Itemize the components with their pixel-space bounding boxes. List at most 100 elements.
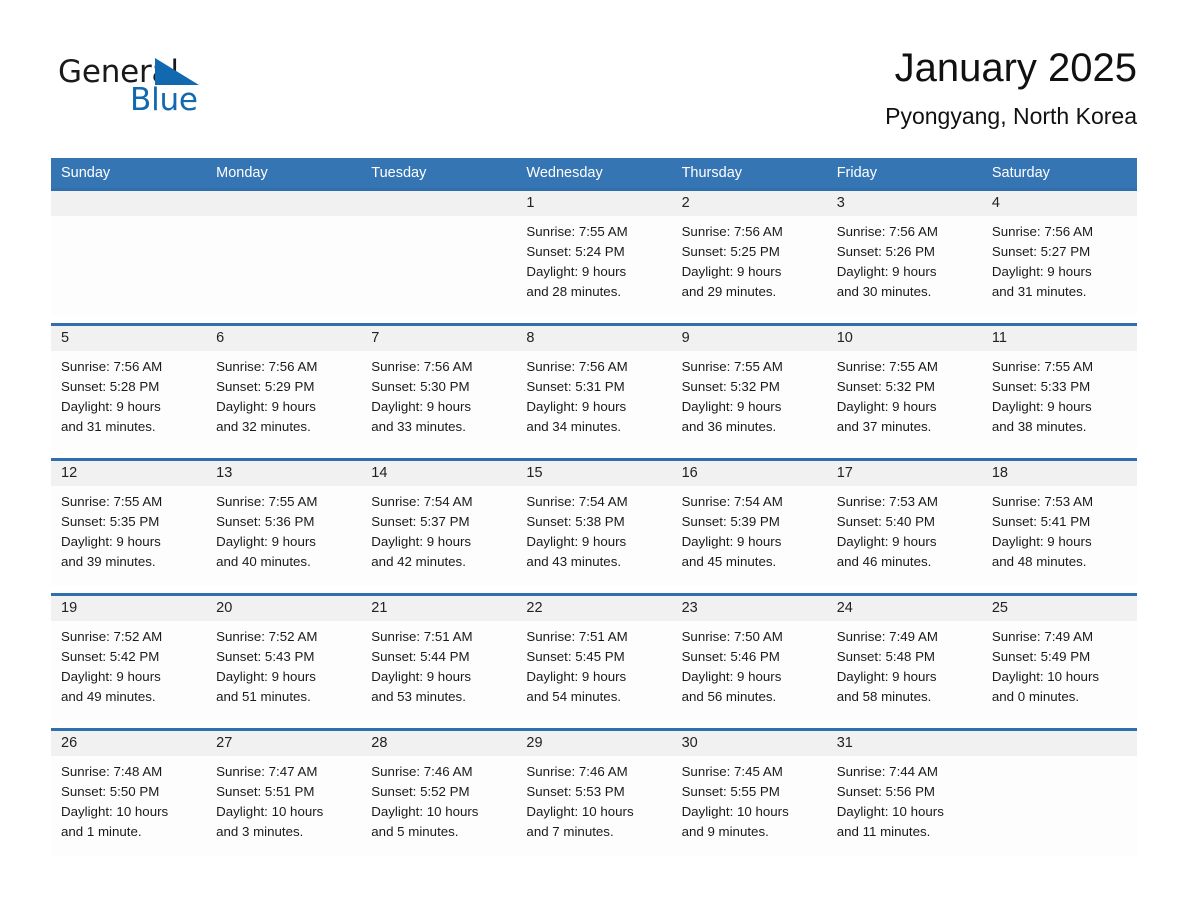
day-number[interactable]: 28 [361, 731, 516, 756]
generalblue-logo[interactable]: General Blue [51, 54, 351, 134]
daylight-text-line1: Daylight: 10 hours [836, 804, 944, 820]
day-cell[interactable]: Sunrise: 7:56 AM Sunset: 5:30 PM Daylight:… [361, 351, 516, 451]
sunrise-text: Sunrise: 7:56 AM [836, 224, 938, 239]
day-cell[interactable]: Sunrise: 7:52 AM Sunset: 5:42 PM Daylight:… [51, 621, 206, 721]
sunrise-text: Sunrise: 7:55 AM [836, 359, 938, 374]
day-number[interactable]: 31 [827, 731, 982, 756]
day-number-empty [51, 191, 206, 216]
sunset-text: Sunset: 5:37 PM [371, 514, 470, 530]
day-cell[interactable]: Sunrise: 7:48 AM Sunset: 5:50 PM Daylight:… [51, 756, 206, 856]
day-cell[interactable]: Sunrise: 7:56 AM Sunset: 5:25 PM Daylight:… [672, 216, 827, 316]
day-number[interactable]: 26 [51, 731, 206, 756]
daylight-text-line2: and 33 minutes. [371, 419, 466, 435]
sunrise-text: Sunrise: 7:51 AM [371, 629, 473, 644]
sunrise-text: Sunrise: 7:55 AM [216, 494, 318, 509]
sunset-text: Sunset: 5:40 PM [836, 514, 936, 530]
day-number[interactable]: 12 [51, 461, 206, 486]
day-cell[interactable]: Sunrise: 7:49 AM Sunset: 5:48 PM Daylight:… [827, 621, 982, 721]
day-cell[interactable]: Sunrise: 7:54 AM Sunset: 5:38 PM Daylight:… [516, 486, 671, 586]
day-cell[interactable]: Sunrise: 7:56 AM Sunset: 5:31 PM Daylight:… [516, 351, 671, 451]
day-cell[interactable]: Sunrise: 7:55 AM Sunset: 5:35 PM Daylight:… [51, 486, 206, 586]
day-number[interactable]: 2 [672, 191, 827, 216]
day-number[interactable]: 1 [516, 191, 671, 216]
daylight-text-line2: and 53 minutes. [371, 689, 466, 705]
day-cell[interactable]: Sunrise: 7:54 AM Sunset: 5:39 PM Daylight:… [672, 486, 827, 586]
sunset-text: Sunset: 5:46 PM [681, 649, 780, 665]
day-cell[interactable]: Sunrise: 7:56 AM Sunset: 5:29 PM Daylight:… [206, 351, 361, 451]
day-number[interactable]: 3 [827, 191, 982, 216]
sunset-text: Sunset: 5:28 PM [61, 379, 160, 395]
day-cell[interactable]: Sunrise: 7:49 AM Sunset: 5:49 PM Daylight:… [982, 621, 1137, 721]
day-cell[interactable]: Sunrise: 7:55 AM Sunset: 5:33 PM Daylight:… [982, 351, 1137, 451]
day-number[interactable]: 6 [206, 326, 361, 351]
day-number[interactable]: 4 [982, 191, 1137, 216]
day-number[interactable]: 13 [206, 461, 361, 486]
day-number[interactable]: 27 [206, 731, 361, 756]
week-date-number-row: 12 13 14 15 16 17 18 [51, 461, 1137, 486]
daylight-text-line1: Daylight: 9 hours [681, 669, 782, 685]
daylight-text-line2: and 36 minutes. [681, 419, 777, 435]
daylight-text-line1: Daylight: 9 hours [991, 399, 1092, 415]
day-cell[interactable]: Sunrise: 7:50 AM Sunset: 5:46 PM Daylight:… [672, 621, 827, 721]
day-number[interactable]: 20 [206, 596, 361, 621]
day-number[interactable]: 7 [361, 326, 516, 351]
day-cell[interactable]: Sunrise: 7:51 AM Sunset: 5:45 PM Daylight:… [516, 621, 671, 721]
day-cell[interactable]: Sunrise: 7:44 AM Sunset: 5:56 PM Daylight:… [827, 756, 982, 856]
calendar-week-row: 19 20 21 22 23 24 25 Sunrise: 7:52 AM Sunset: 5:… [51, 593, 1137, 721]
day-cell[interactable]: Sunrise: 7:53 AM Sunset: 5:40 PM Daylight:… [827, 486, 982, 586]
day-number[interactable]: 25 [982, 596, 1137, 621]
sunrise-text: Sunrise: 7:51 AM [526, 629, 628, 644]
day-number[interactable]: 16 [672, 461, 827, 486]
week-detail-row: Sunrise: 7:55 AM Sunset: 5:24 PM Daylight:… [51, 216, 1137, 316]
day-cell[interactable]: Sunrise: 7:56 AM Sunset: 5:28 PM Daylight:… [51, 351, 206, 451]
day-number[interactable]: 14 [361, 461, 516, 486]
calendar-grid: Sunday Monday Tuesday Wednesday Thursday… [51, 158, 1137, 856]
day-number[interactable]: 11 [982, 326, 1137, 351]
day-number[interactable]: 24 [827, 596, 982, 621]
daylight-text-line2: and 28 minutes. [526, 284, 622, 300]
sunset-text: Sunset: 5:36 PM [216, 514, 315, 530]
sunrise-text: Sunrise: 7:46 AM [371, 764, 473, 779]
sunset-text: Sunset: 5:33 PM [991, 379, 1091, 395]
day-number[interactable]: 23 [672, 596, 827, 621]
daylight-text-line1: Daylight: 10 hours [61, 804, 169, 820]
day-cell[interactable]: Sunrise: 7:55 AM Sunset: 5:32 PM Daylight:… [827, 351, 982, 451]
day-number[interactable]: 19 [51, 596, 206, 621]
day-cell[interactable]: Sunrise: 7:46 AM Sunset: 5:53 PM Daylight:… [516, 756, 671, 856]
sunset-text: Sunset: 5:25 PM [681, 244, 780, 260]
sunrise-text: Sunrise: 7:55 AM [681, 359, 783, 374]
sunrise-text: Sunrise: 7:53 AM [991, 494, 1094, 509]
day-number[interactable]: 18 [982, 461, 1137, 486]
day-cell[interactable]: Sunrise: 7:46 AM Sunset: 5:52 PM Daylight:… [361, 756, 516, 856]
weekday-header-wednesday: Wednesday [526, 165, 603, 181]
day-cell[interactable]: Sunrise: 7:45 AM Sunset: 5:55 PM Daylight:… [672, 756, 827, 856]
day-number[interactable]: 8 [516, 326, 671, 351]
day-cell[interactable]: Sunrise: 7:55 AM Sunset: 5:36 PM Daylight:… [206, 486, 361, 586]
day-number[interactable]: 5 [51, 326, 206, 351]
day-cell[interactable]: Sunrise: 7:55 AM Sunset: 5:32 PM Daylight:… [672, 351, 827, 451]
day-cell[interactable]: Sunrise: 7:51 AM Sunset: 5:44 PM Daylight:… [361, 621, 516, 721]
day-cell[interactable]: Sunrise: 7:52 AM Sunset: 5:43 PM Daylight:… [206, 621, 361, 721]
day-number[interactable]: 30 [672, 731, 827, 756]
sunrise-text: Sunrise: 7:56 AM [371, 359, 473, 374]
day-number[interactable]: 9 [672, 326, 827, 351]
day-cell[interactable]: Sunrise: 7:54 AM Sunset: 5:37 PM Daylight:… [361, 486, 516, 586]
day-cell[interactable]: Sunrise: 7:55 AM Sunset: 5:24 PM Daylight:… [516, 216, 671, 316]
day-cell-empty [206, 216, 361, 316]
day-number[interactable]: 21 [361, 596, 516, 621]
sunset-text: Sunset: 5:30 PM [371, 379, 470, 395]
day-cell[interactable]: Sunrise: 7:56 AM Sunset: 5:26 PM Daylight:… [827, 216, 982, 316]
daylight-text-line1: Daylight: 9 hours [526, 399, 627, 415]
daylight-text-line2: and 40 minutes. [216, 554, 311, 570]
daylight-text-line1: Daylight: 9 hours [991, 534, 1092, 550]
day-number[interactable]: 10 [827, 326, 982, 351]
daylight-text-line1: Daylight: 9 hours [216, 534, 316, 550]
day-number[interactable]: 29 [516, 731, 671, 756]
day-cell[interactable]: Sunrise: 7:56 AM Sunset: 5:27 PM Daylight:… [982, 216, 1137, 316]
day-cell[interactable]: Sunrise: 7:53 AM Sunset: 5:41 PM Daylight:… [982, 486, 1137, 586]
day-number[interactable]: 22 [516, 596, 671, 621]
day-cell[interactable]: Sunrise: 7:47 AM Sunset: 5:51 PM Daylight:… [206, 756, 361, 856]
day-number[interactable]: 15 [516, 461, 671, 486]
day-number[interactable]: 17 [827, 461, 982, 486]
daylight-text-line1: Daylight: 9 hours [526, 264, 627, 280]
